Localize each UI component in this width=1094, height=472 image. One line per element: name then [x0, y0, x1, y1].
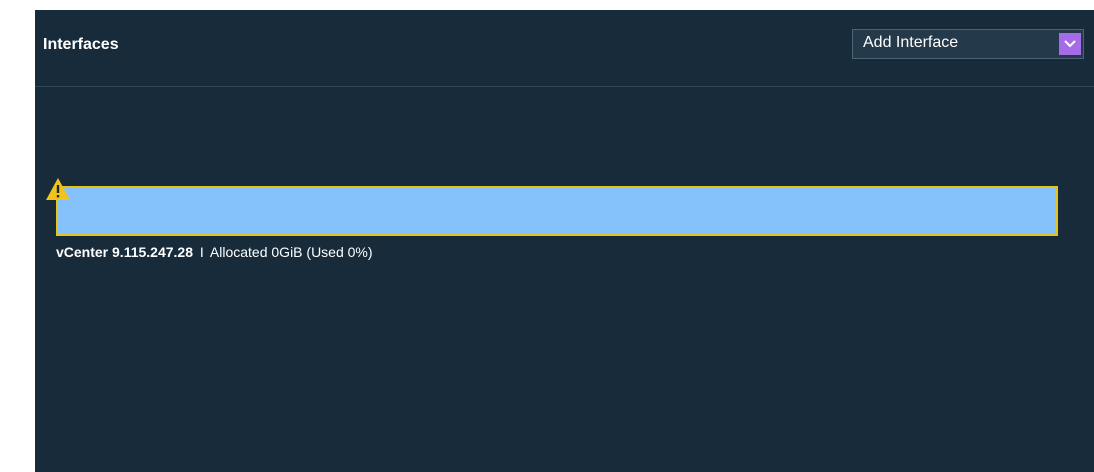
warning-icon: [46, 178, 70, 200]
caption-separator: I: [199, 244, 204, 260]
interface-allocation: Allocated 0GiB (Used 0%): [209, 244, 373, 260]
interface-capacity-bar[interactable]: [56, 186, 1058, 236]
interfaces-panel: Interfaces Add Interface vCenter 9.115.2…: [35, 10, 1094, 472]
window-top-strip: [0, 0, 1094, 10]
panel-header: Interfaces Add Interface: [35, 10, 1094, 87]
add-interface-label: Add Interface: [863, 34, 959, 51]
chevron-down-icon[interactable]: [1059, 33, 1081, 55]
interface-capacity-bar-wrap: [56, 186, 1058, 236]
panel-title: Interfaces: [43, 36, 119, 53]
interface-caption: vCenter 9.115.247.28 I Allocated 0GiB (U…: [56, 244, 373, 260]
interface-host: vCenter 9.115.247.28: [56, 244, 193, 260]
add-interface-select[interactable]: Add Interface: [852, 29, 1084, 59]
